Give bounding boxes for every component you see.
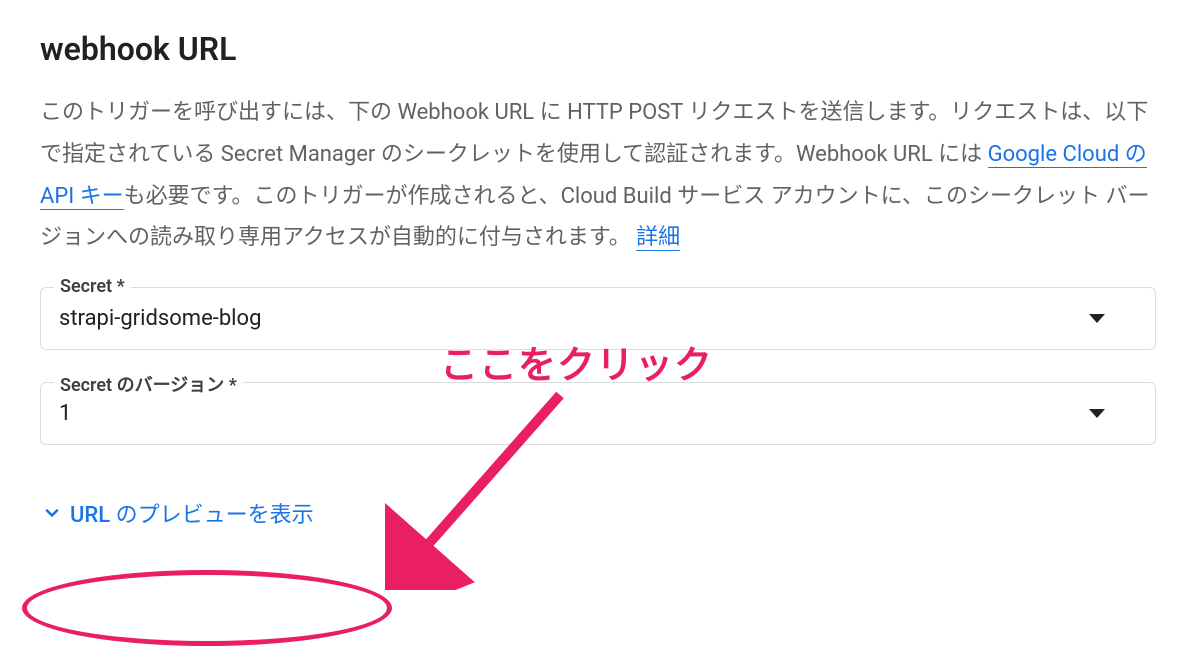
secret-version-field-group: Secret のバージョン * 1 <box>40 382 1156 445</box>
section-title: webhook URL <box>40 30 1156 68</box>
dropdown-icon <box>1089 314 1105 323</box>
chevron-down-icon <box>42 503 62 523</box>
section-description: このトリガーを呼び出すには、下の Webhook URL に HTTP POST… <box>40 92 1156 259</box>
desc-text-1: このトリガーを呼び出すには、下の Webhook URL に HTTP POST… <box>40 100 1148 167</box>
desc-text-2: も必要です。このトリガーが作成されると、Cloud Build サービス アカウ… <box>40 184 1149 251</box>
secret-select[interactable]: strapi-gridsome-blog <box>40 287 1156 350</box>
url-preview-expand-label: URL のプレビューを表示 <box>70 497 314 529</box>
details-link[interactable]: 詳細 <box>636 225 680 251</box>
url-preview-expand-button[interactable]: URL のプレビューを表示 <box>40 491 316 535</box>
secret-field-group: Secret * strapi-gridsome-blog <box>40 287 1156 350</box>
secret-value: strapi-gridsome-blog <box>59 306 1089 331</box>
secret-version-label: Secret のバージョン * <box>54 371 243 397</box>
secret-label: Secret * <box>54 276 131 297</box>
annotation-ellipse <box>22 570 392 646</box>
secret-version-value: 1 <box>59 401 1089 426</box>
dropdown-icon <box>1089 409 1105 418</box>
